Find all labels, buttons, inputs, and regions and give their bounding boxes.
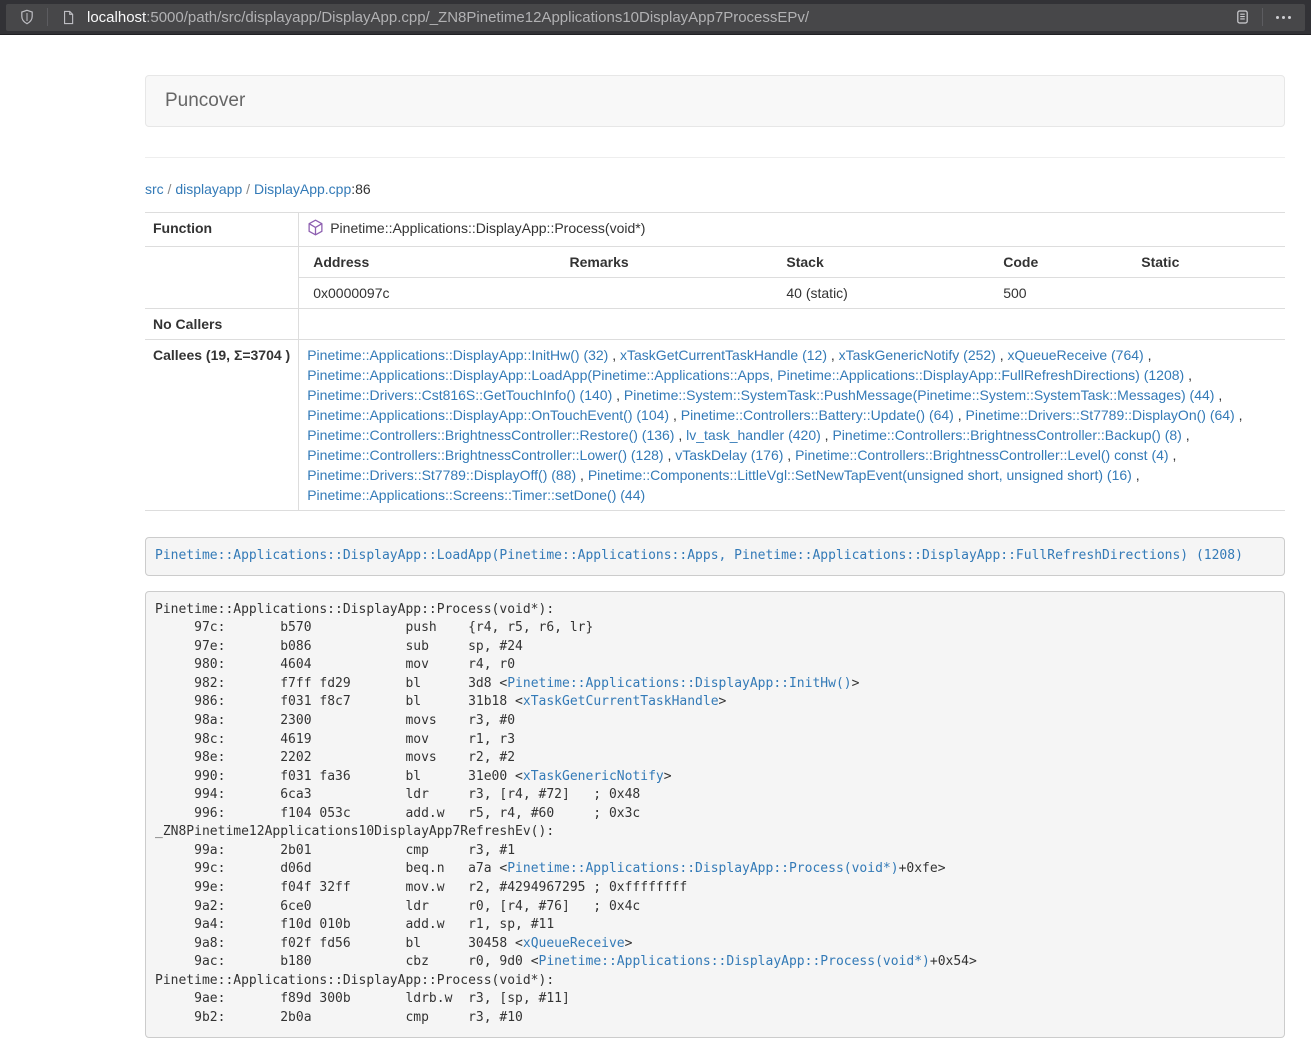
breadcrumb-link-displayapp[interactable]: displayapp (175, 181, 242, 197)
callee-link[interactable]: Pinetime::Controllers::BrightnessControl… (832, 427, 1181, 443)
callee-link[interactable]: Pinetime::Applications::DisplayApp::Init… (307, 347, 608, 363)
callee-link[interactable]: Pinetime::Controllers::BrightnessControl… (307, 427, 674, 443)
detail-value-row: 0x0000097c 40 (static) 500 (299, 278, 1285, 309)
callee-link[interactable]: Pinetime::Applications::DisplayApp::OnTo… (307, 407, 669, 423)
callee-link[interactable]: xTaskGetCurrentTaskHandle (12) (620, 347, 827, 363)
callee-link[interactable]: Pinetime::Applications::DisplayApp::Load… (307, 367, 1184, 383)
callee-link[interactable]: Pinetime::Drivers::St7789::DisplayOff() … (307, 467, 576, 483)
col-header-code: Code (989, 247, 1127, 278)
code-symbol-link[interactable]: xTaskGenericNotify (523, 769, 664, 784)
code-symbol-link[interactable]: xTaskGetCurrentTaskHandle (523, 694, 719, 709)
stack-value: 40 (static) (772, 278, 989, 309)
col-header-address: Address (299, 247, 555, 278)
urlbar-divider-2 (1262, 8, 1263, 26)
highlighted-callee-link[interactable]: Pinetime::Applications::DisplayApp::Load… (155, 548, 1243, 563)
callee-link[interactable]: Pinetime::Applications::Screens::Timer::… (307, 487, 645, 503)
function-label: Function (145, 213, 299, 247)
breadcrumb: src / displayapp / DisplayApp.cpp:86 (145, 179, 1285, 199)
url-text[interactable]: localhost:5000/path/src/displayapp/Displ… (87, 9, 1231, 26)
remarks-value (556, 278, 773, 309)
callee-link[interactable]: Pinetime::Components::LittleVgl::SetNewT… (588, 467, 1132, 483)
function-name: Pinetime::Applications::DisplayApp::Proc… (330, 220, 645, 236)
divider-rule (145, 157, 1285, 158)
address-value: 0x0000097c (299, 278, 555, 309)
shield-icon[interactable] (16, 6, 38, 28)
callee-link[interactable]: Pinetime::System::SystemTask::PushMessag… (624, 387, 1215, 403)
no-callers-label: No Callers (145, 309, 299, 340)
callees-row: Callees (19, Σ=3704 ) Pinetime::Applicat… (145, 340, 1285, 511)
breadcrumb-separator: / (242, 181, 254, 197)
no-callers-row: No Callers (145, 309, 1285, 340)
function-cube-icon (307, 219, 324, 241)
app-brand: Puncover (146, 76, 264, 126)
urlbar-divider (47, 8, 48, 26)
app-navbar: Puncover (145, 75, 1285, 127)
callee-link[interactable]: Pinetime::Controllers::BrightnessControl… (307, 447, 663, 463)
function-detail-row: Address Remarks Stack Code Static 0x0000… (145, 247, 1285, 309)
static-value (1127, 278, 1285, 309)
callees-cell: Pinetime::Applications::DisplayApp::Init… (299, 340, 1285, 511)
function-row: Function Pinetime::Applications::Display… (145, 213, 1285, 247)
callee-link[interactable]: Pinetime::Drivers::St7789::DisplayOn() (… (966, 407, 1235, 423)
function-table: Function Pinetime::Applications::Display… (145, 212, 1285, 511)
callee-link[interactable]: lv_task_handler (420) (686, 427, 821, 443)
reader-mode-icon[interactable] (1231, 6, 1253, 28)
col-header-stack: Stack (772, 247, 989, 278)
callee-link[interactable]: Pinetime::Controllers::BrightnessControl… (795, 447, 1168, 463)
page-icon[interactable] (57, 6, 79, 28)
highlighted-callee-box: Pinetime::Applications::DisplayApp::Load… (145, 537, 1285, 576)
col-header-remarks: Remarks (556, 247, 773, 278)
callees-label: Callees (19, Σ=3704 ) (145, 340, 299, 511)
url-path: :5000/path/src/displayapp/DisplayApp.cpp… (146, 9, 809, 26)
code-symbol-link[interactable]: Pinetime::Applications::DisplayApp::Init… (507, 676, 851, 691)
browser-toolbar: localhost:5000/path/src/displayapp/Displ… (0, 0, 1311, 35)
breadcrumb-link-file[interactable]: DisplayApp.cpp (254, 181, 351, 197)
col-header-static: Static (1127, 247, 1285, 278)
url-host: localhost (87, 9, 146, 26)
callee-link[interactable]: xTaskGenericNotify (252) (839, 347, 996, 363)
menu-icon[interactable] (1272, 16, 1295, 19)
callee-link[interactable]: Pinetime::Controllers::Battery::Update()… (681, 407, 954, 423)
callee-link[interactable]: Pinetime::Drivers::Cst816S::GetTouchInfo… (307, 387, 612, 403)
breadcrumb-separator: / (164, 181, 176, 197)
code-symbol-link[interactable]: Pinetime::Applications::DisplayApp::Proc… (507, 861, 898, 876)
callee-link[interactable]: vTaskDelay (176) (675, 447, 783, 463)
code-symbol-link[interactable]: xQueueReceive (523, 936, 625, 951)
url-bar[interactable]: localhost:5000/path/src/displayapp/Displ… (6, 4, 1305, 31)
breadcrumb-line-number: :86 (351, 181, 370, 197)
code-value: 500 (989, 278, 1127, 309)
function-detail-table: Address Remarks Stack Code Static 0x0000… (299, 247, 1285, 308)
code-symbol-link[interactable]: Pinetime::Applications::DisplayApp::Proc… (539, 954, 930, 969)
breadcrumb-link-src[interactable]: src (145, 181, 164, 197)
callee-link[interactable]: xQueueReceive (764) (1008, 347, 1144, 363)
page-container: Puncover src / displayapp / DisplayApp.c… (145, 75, 1285, 1038)
disassembly: Pinetime::Applications::DisplayApp::Proc… (145, 591, 1285, 1038)
detail-header-row: Address Remarks Stack Code Static (299, 247, 1285, 278)
